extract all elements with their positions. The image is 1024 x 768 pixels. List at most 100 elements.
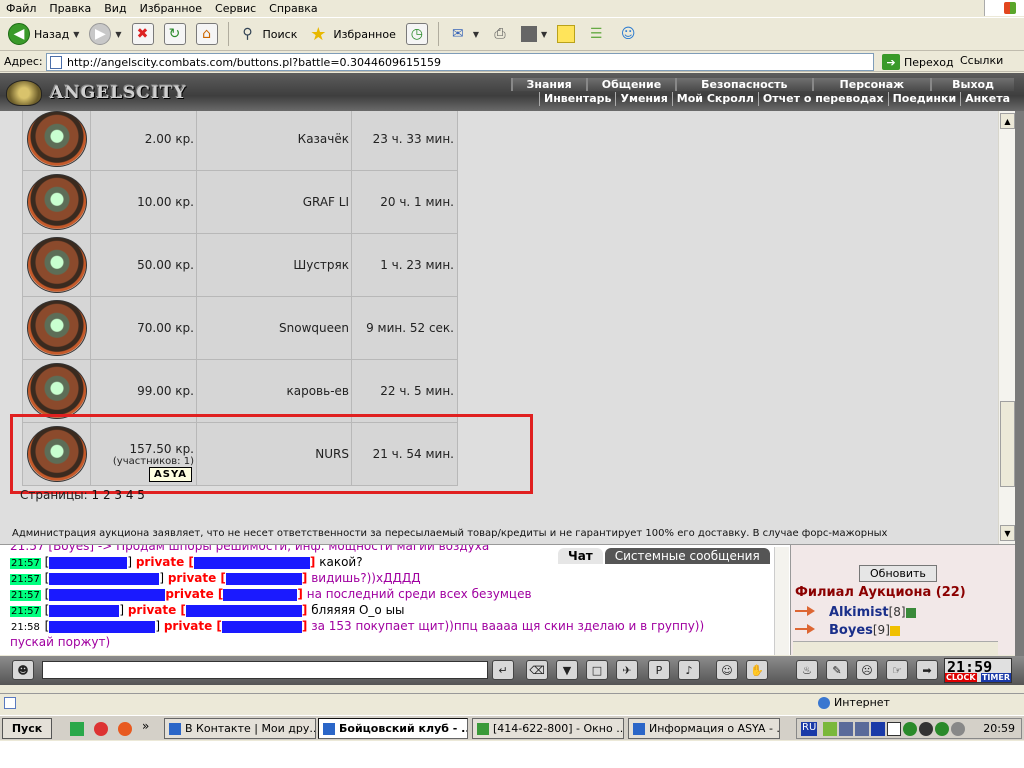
search-button[interactable]: ⚲ Поиск (233, 20, 302, 48)
nav-security[interactable]: Безопасность (675, 78, 812, 91)
info-icon[interactable] (905, 607, 916, 618)
forward-button[interactable]: ▶ ▼ (85, 20, 125, 48)
chat-time[interactable]: 21:57 (10, 590, 41, 601)
tray-icon[interactable] (887, 722, 902, 736)
fist-icon[interactable]: ✋ (746, 660, 768, 680)
chat-head-icon[interactable]: ☻ (12, 660, 34, 680)
lot-seller[interactable]: Snowqueen (196, 296, 352, 360)
user-name[interactable]: Alkimist (829, 605, 889, 620)
timer-label[interactable]: TIMER (980, 673, 1011, 682)
user-name[interactable]: Boyes (829, 623, 873, 638)
task-asya-info[interactable]: Информация о ASYA - ... (628, 718, 780, 739)
bottle-icon[interactable]: ♨ (796, 660, 818, 680)
user-item[interactable]: Alkimist[8] (795, 605, 916, 620)
users-scrollbar[interactable] (793, 641, 998, 655)
shield-item-icon[interactable] (26, 174, 87, 230)
menu-favorites[interactable]: Избранное (140, 2, 202, 15)
tray-icon[interactable] (839, 722, 854, 736)
shield-item-icon[interactable] (26, 237, 87, 293)
clock-label[interactable]: CLOCK (945, 673, 977, 682)
start-button[interactable]: Пуск (2, 718, 52, 739)
menu-tools[interactable]: Сервис (215, 2, 256, 15)
print-button[interactable]: ⎙ (485, 20, 515, 48)
nav-profile[interactable]: Анкета (960, 92, 1014, 106)
favorites-button[interactable]: ★ Избранное (303, 20, 399, 48)
tab-chat[interactable]: Чат (558, 548, 603, 564)
save-icon[interactable]: □ (586, 660, 608, 680)
send-icon[interactable]: ↵ (492, 660, 514, 680)
chat-time[interactable]: 21:57 (10, 558, 41, 569)
menu-help[interactable]: Справка (269, 2, 317, 15)
tray-clock[interactable]: 20:59 (983, 722, 1015, 735)
filter-icon[interactable]: ▼ (556, 660, 578, 680)
refresh-button[interactable]: ↻ (160, 20, 190, 48)
eraser-icon[interactable]: ⌫ (526, 660, 548, 680)
address-input[interactable]: http://angelscity.combats.com/buttons.pl… (46, 53, 874, 71)
back-button[interactable]: ◀ Назад ▼ (4, 20, 83, 48)
task-fight-club[interactable]: Бойцовский клуб - ... (318, 718, 468, 739)
menu-view[interactable]: Вид (104, 2, 126, 15)
browser-icon[interactable] (94, 722, 108, 736)
chevron-down-icon[interactable]: ▼ (473, 30, 479, 39)
face-icon[interactable]: ☹ (856, 660, 878, 680)
pagination-numbers[interactable]: 1 2 3 4 5 (92, 488, 145, 502)
nav-character[interactable]: Персонаж (811, 78, 931, 91)
user-item[interactable]: Boyes[9] (795, 623, 900, 638)
mail-button[interactable]: ✉ ▼ (443, 20, 483, 48)
lot-seller[interactable]: Шустряк (196, 233, 352, 297)
nav-transfer-report[interactable]: Отчет о переводах (757, 92, 888, 106)
nav-exit[interactable]: Выход (930, 78, 1014, 91)
nav-communication[interactable]: Общение (585, 78, 676, 91)
nav-my-scroll[interactable]: Мой Скролл (671, 92, 758, 106)
chat-time[interactable]: 21:57 (10, 574, 41, 585)
smile-icon[interactable]: ☺ (716, 660, 738, 680)
task-vkontakte[interactable]: В Контакте | Мои дру... (164, 718, 316, 739)
shield-item-icon[interactable] (26, 111, 87, 167)
private-arrow-icon[interactable] (795, 624, 815, 634)
task-icq-window[interactable]: [414-622-800] - Окно ... (472, 718, 624, 739)
refresh-button[interactable]: Обновить (859, 565, 937, 582)
shield-item-icon[interactable] (26, 363, 87, 419)
chat-input[interactable] (42, 661, 488, 679)
stop-button[interactable]: ✖ (128, 20, 158, 48)
chat-private[interactable]: private [ (128, 603, 186, 617)
exit-icon[interactable]: ➡ (916, 660, 938, 680)
language-indicator[interactable]: RU (801, 722, 818, 736)
home-button[interactable]: ⌂ (192, 20, 222, 48)
info-icon[interactable] (889, 625, 900, 636)
nav-skills[interactable]: Умения (615, 92, 671, 106)
chat-scrollbar[interactable] (774, 547, 789, 655)
lot-seller[interactable]: Казачёк (196, 111, 352, 171)
chat-private[interactable]: private [ (165, 587, 223, 601)
chat-time[interactable]: 21:57 (10, 606, 41, 617)
quicklaunch-icon[interactable] (70, 722, 84, 736)
chat-time[interactable]: 21:58 (10, 622, 41, 633)
history-button[interactable]: ◷ (402, 20, 432, 48)
tray-icon[interactable] (951, 722, 966, 736)
nav-inventory[interactable]: Инвентарь (539, 92, 615, 106)
tray-icon[interactable] (855, 722, 870, 736)
scroll-down-icon[interactable]: ▼ (1000, 525, 1015, 541)
tray-icon[interactable] (903, 722, 918, 736)
menu-file[interactable]: Файл (6, 2, 36, 15)
nav-battles[interactable]: Поединки (887, 92, 961, 106)
tray-icon[interactable] (935, 722, 950, 736)
tray-icon[interactable] (823, 722, 838, 736)
content-scrollbar[interactable]: ▲ ▼ (998, 111, 1015, 544)
links-button[interactable]: Ссылки (960, 54, 1003, 67)
notes-button[interactable] (553, 20, 579, 48)
go-button[interactable]: ➔ Переход (882, 54, 954, 70)
media-icon[interactable] (118, 722, 132, 736)
more-chevron-icon[interactable]: » (142, 719, 149, 733)
menu-edit[interactable]: Правка (49, 2, 91, 15)
pl-icon[interactable]: P (648, 660, 670, 680)
chevron-down-icon[interactable]: ▼ (73, 30, 79, 39)
messenger-button[interactable]: ☺ (613, 20, 643, 48)
scroll-up-icon[interactable]: ▲ (1000, 113, 1015, 129)
chevron-down-icon[interactable]: ▼ (541, 30, 547, 39)
walk-icon[interactable]: ✈ (616, 660, 638, 680)
tab-system-messages[interactable]: Системные сообщения (604, 548, 770, 564)
chevron-down-icon[interactable]: ▼ (115, 30, 121, 39)
tray-icon[interactable] (871, 722, 886, 736)
scroll-thumb[interactable] (1000, 401, 1015, 487)
